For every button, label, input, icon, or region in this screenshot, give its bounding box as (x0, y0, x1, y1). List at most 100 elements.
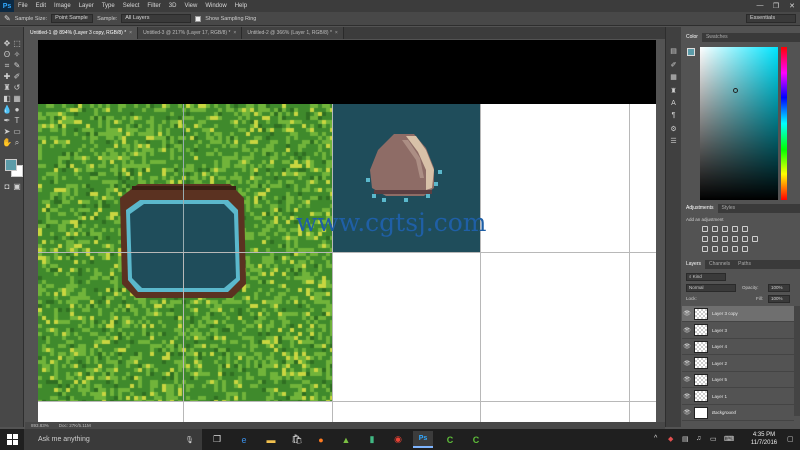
hue-saturation-icon[interactable] (702, 236, 708, 242)
chrome-icon[interactable]: ◉ (388, 431, 408, 448)
store-icon[interactable]: 🛍 (287, 431, 307, 448)
menu-filter[interactable]: Filter (143, 3, 164, 9)
layer-row[interactable]: 👁 Layer 3 (682, 323, 794, 339)
sample-size-select[interactable]: Point Sample (51, 14, 94, 23)
layer-row[interactable]: 👁 Layer 5 (682, 372, 794, 388)
crop-tool-icon[interactable]: ⌗ (2, 61, 12, 71)
photo-filter-icon[interactable] (732, 236, 738, 242)
history-brush-icon[interactable]: ↺ (12, 83, 22, 93)
eyedropper-tool-icon[interactable]: ✎ (12, 61, 22, 71)
type-tool-icon[interactable]: T (12, 116, 22, 126)
fill-input[interactable]: 100% (768, 295, 790, 303)
pen-tool-icon[interactable]: ✒ (2, 116, 12, 126)
visibility-eye-icon[interactable]: 👁 (682, 327, 692, 334)
path-selection-icon[interactable]: ➤ (2, 127, 12, 137)
menu-image[interactable]: Image (50, 3, 75, 9)
minimize-button[interactable]: — (752, 2, 768, 10)
microphone-icon[interactable]: 🎙 (185, 436, 194, 444)
quick-mask-icon[interactable]: ◘ (2, 182, 12, 192)
foreground-color-mini[interactable] (687, 48, 695, 56)
threshold-icon[interactable] (722, 246, 728, 252)
posterize-icon[interactable] (712, 246, 718, 252)
tab-layers[interactable]: Layers (682, 260, 706, 269)
camtasia-recorder-icon[interactable]: C (466, 431, 486, 448)
tab-adjustments[interactable]: Adjustments (682, 204, 718, 213)
photoshop-taskbar-icon[interactable]: Ps (413, 431, 433, 448)
tray-app-icon[interactable]: ◆ (668, 435, 673, 443)
invert-icon[interactable] (702, 246, 708, 252)
color-picker-cursor[interactable] (733, 88, 738, 93)
brightness-icon[interactable] (702, 226, 708, 232)
menu-select[interactable]: Select (119, 3, 144, 9)
stamp-tool-icon[interactable]: ♜ (2, 83, 12, 93)
dodge-tool-icon[interactable]: ● (12, 105, 22, 115)
menu-help[interactable]: Help (231, 3, 251, 9)
file-explorer-icon[interactable]: ▬ (261, 431, 281, 448)
black-white-icon[interactable] (722, 236, 728, 242)
lasso-tool-icon[interactable]: ʘ (2, 50, 12, 60)
brush-presets-icon[interactable]: ▦ (668, 73, 679, 83)
visibility-eye-icon[interactable]: 👁 (682, 409, 692, 416)
tray-chevron-icon[interactable]: ^ (654, 435, 657, 442)
selective-color-icon[interactable] (742, 246, 748, 252)
close-icon[interactable]: × (129, 30, 132, 36)
visibility-eye-icon[interactable]: 👁 (682, 310, 692, 317)
system-clock[interactable]: 4:35 PM 11/7/2016 (744, 431, 784, 447)
layers-scrollbar[interactable] (794, 306, 800, 416)
close-icon[interactable]: × (335, 30, 338, 36)
document-canvas[interactable]: www.cgtsj.com (38, 40, 656, 422)
visibility-eye-icon[interactable]: 👁 (682, 343, 692, 350)
visibility-eye-icon[interactable]: 👁 (682, 360, 692, 367)
visibility-eye-icon[interactable]: 👁 (682, 376, 692, 383)
blend-mode-select[interactable]: Normal (686, 284, 736, 292)
zoom-tool-icon[interactable]: ⌕ (12, 138, 22, 148)
screen-mode-icon[interactable]: ▣ (12, 182, 22, 192)
curves-icon[interactable] (722, 226, 728, 232)
marquee-tool-icon[interactable]: ⬚ (12, 39, 22, 49)
healing-brush-icon[interactable]: ✚ (2, 72, 12, 82)
menu-window[interactable]: Window (201, 3, 230, 9)
visibility-eye-icon[interactable]: 👁 (682, 393, 692, 400)
maximize-button[interactable]: ❐ (768, 2, 784, 10)
task-view-icon[interactable]: ❐ (207, 431, 227, 448)
tab-untitled-1[interactable]: Untitled-1 @ 894% (Layer 3 copy, RGB/8) … (25, 27, 139, 39)
eyedropper-icon[interactable]: ✎ (4, 14, 11, 23)
brush-tool-icon[interactable]: ✐ (12, 72, 22, 82)
move-tool-icon[interactable]: ✥ (2, 39, 12, 49)
blur-tool-icon[interactable]: 💧 (2, 105, 12, 115)
color-picker-field[interactable] (700, 47, 778, 200)
tab-paths[interactable]: Paths (734, 260, 755, 269)
color-lookup-icon[interactable] (752, 236, 758, 242)
menu-file[interactable]: File (14, 3, 32, 9)
volume-icon[interactable]: ♫ (696, 435, 701, 442)
properties-panel-icon[interactable]: ☰ (668, 137, 679, 147)
zoom-readout[interactable]: 893.83% (31, 423, 49, 428)
tool-presets-icon[interactable]: ⚙ (668, 125, 679, 135)
menu-layer[interactable]: Layer (75, 3, 98, 9)
close-button[interactable]: ✕ (784, 2, 800, 10)
gradient-map-icon[interactable] (732, 246, 738, 252)
tab-swatches[interactable]: Swatches (702, 33, 732, 42)
foreground-color-swatch[interactable] (5, 159, 17, 171)
tab-color[interactable]: Color (682, 33, 702, 42)
color-balance-icon[interactable] (712, 236, 718, 242)
network-icon[interactable]: ▤ (682, 435, 689, 443)
tab-channels[interactable]: Channels (705, 260, 734, 269)
layer-row[interactable]: 👁 Background (682, 405, 794, 421)
gradient-tool-icon[interactable]: ▦ (12, 94, 22, 104)
levels-icon[interactable] (712, 226, 718, 232)
character-panel-icon[interactable]: A (668, 99, 679, 109)
battery-icon[interactable]: ▭ (710, 435, 717, 443)
menu-3d[interactable]: 3D (165, 3, 181, 9)
channel-mixer-icon[interactable] (742, 236, 748, 242)
vibrance-icon[interactable] (742, 226, 748, 232)
menu-view[interactable]: View (180, 3, 201, 9)
sample-select[interactable]: All Layers (121, 14, 192, 23)
brush-settings-icon[interactable]: ✐ (668, 61, 679, 71)
menu-type[interactable]: Type (98, 3, 119, 9)
tab-untitled-2[interactable]: Untitled-2 @ 366% (Layer 1, RGB/8) * × (242, 27, 344, 39)
shape-tool-icon[interactable]: ▭ (12, 127, 22, 137)
taskbar-search[interactable]: Ask me anything 🎙 (24, 429, 202, 450)
eraser-tool-icon[interactable]: ◧ (2, 94, 12, 104)
clone-source-icon[interactable]: ♜ (668, 87, 679, 97)
